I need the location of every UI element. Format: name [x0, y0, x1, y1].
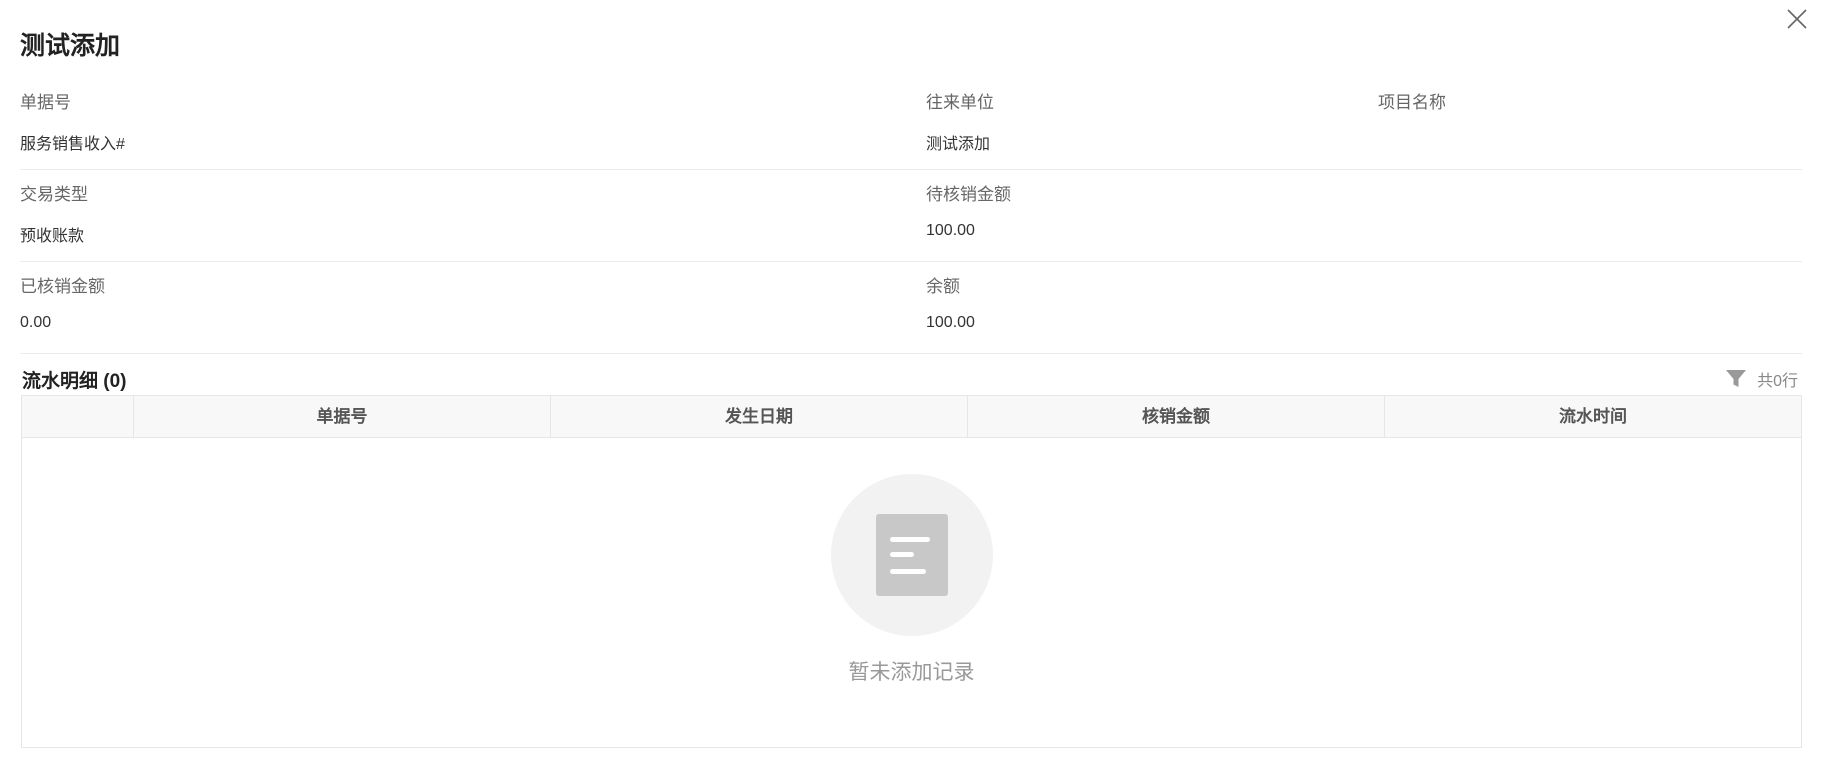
flow-section-header: 流水明细 (0) 共0行 [20, 364, 1802, 394]
dialog-title: 测试添加 [20, 32, 121, 60]
field-value: 测试添加 [926, 136, 991, 153]
column-header-date[interactable]: 发生日期 [550, 396, 967, 437]
table-header: 单据号 发生日期 核销金额 流水时间 [22, 396, 1801, 438]
column-header-index [22, 396, 133, 437]
section-tools: 共0行 [1725, 368, 1798, 390]
close-icon [1787, 9, 1807, 29]
field-label: 往来单位 [926, 93, 994, 112]
field-value: 100.00 [926, 314, 975, 331]
field-row-3: 已核销金额 0.00 余额 100.00 [20, 262, 1802, 354]
column-header-writeoff-amount[interactable]: 核销金额 [967, 396, 1384, 437]
detail-fields: 单据号 服务销售收入# 往来单位 测试添加 项目名称 交易类型 预收账款 待核销… [20, 78, 1802, 354]
field-value: 预收账款 [20, 228, 85, 245]
detail-dialog: 测试添加 单据号 服务销售收入# 往来单位 测试添加 项目名称 交易类型 预收账… [0, 0, 1822, 766]
close-button[interactable] [1784, 6, 1810, 32]
column-header-doc-no[interactable]: 单据号 [133, 396, 550, 437]
empty-illustration [831, 474, 993, 636]
empty-text: 暂未添加记录 [848, 661, 975, 684]
section-title: 流水明细 (0) [22, 371, 127, 392]
field-value: 100.00 [926, 222, 975, 239]
filter-icon[interactable] [1725, 369, 1747, 389]
field-row-1: 单据号 服务销售收入# 往来单位 测试添加 项目名称 [20, 78, 1802, 170]
field-label: 已核销金额 [20, 277, 105, 296]
field-label: 交易类型 [20, 185, 88, 204]
empty-state: 暂未添加记录 [22, 438, 1801, 747]
flow-table: 单据号 发生日期 核销金额 流水时间 暂未添加记录 [21, 395, 1802, 748]
field-label: 项目名称 [1378, 93, 1446, 112]
column-header-flow-time[interactable]: 流水时间 [1384, 396, 1801, 437]
field-label: 余额 [926, 277, 960, 296]
field-value: 0.00 [20, 314, 52, 331]
field-row-2: 交易类型 预收账款 待核销金额 100.00 [20, 170, 1802, 262]
field-label: 单据号 [20, 93, 71, 112]
field-label: 待核销金额 [926, 185, 1011, 204]
field-value: 服务销售收入# [20, 136, 125, 153]
document-icon [876, 514, 948, 596]
row-count: 共0行 [1757, 373, 1798, 390]
